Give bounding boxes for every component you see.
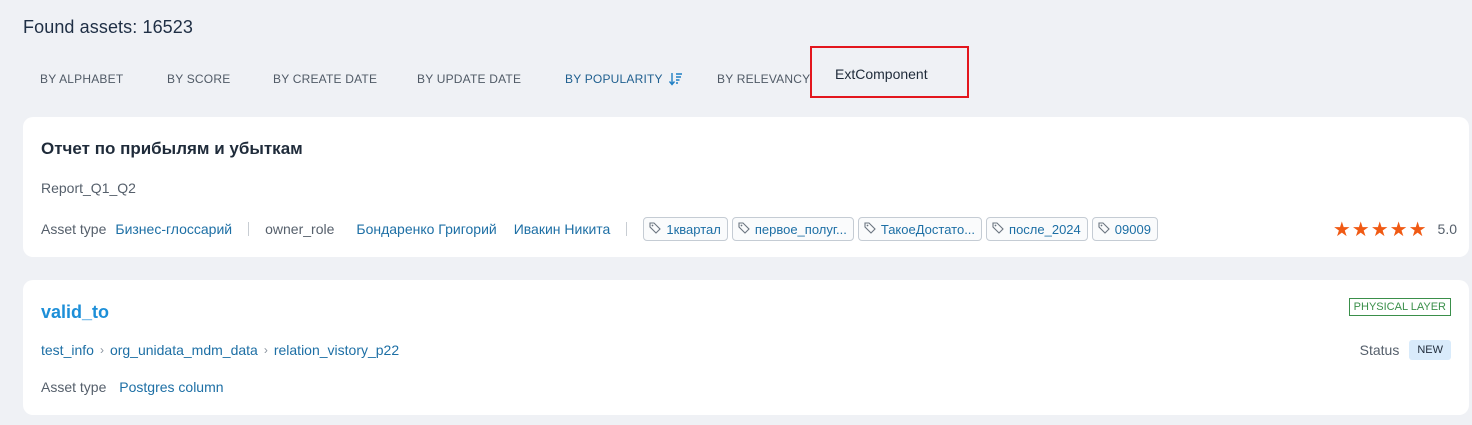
asset-subtitle: Report_Q1_Q2: [41, 180, 136, 196]
asset-type-link[interactable]: Postgres column: [119, 379, 223, 395]
tag-icon: [649, 221, 662, 237]
ext-component-label: ExtComponent: [835, 66, 928, 82]
sort-by-update-date[interactable]: BY UPDATE DATE: [417, 72, 521, 86]
layer-badge: PHYSICAL LAYER: [1348, 298, 1451, 316]
asset-meta-row: Asset type Бизнес-глоссарий owner_role Б…: [41, 217, 1162, 241]
tag-icon: [738, 221, 750, 237]
asset-type-link[interactable]: Бизнес-глоссарий: [115, 221, 232, 237]
star-rating-icon: ★★★★★: [1332, 218, 1428, 241]
breadcrumb-item[interactable]: relation_vistory_p22: [274, 342, 399, 358]
breadcrumb: test_info › org_unidata_mdm_data › relat…: [41, 342, 399, 358]
tag-label: 1квартал: [666, 221, 721, 237]
ext-component[interactable]: ExtComponent: [810, 46, 969, 98]
tag-chip[interactable]: после_2024: [986, 217, 1088, 241]
divider: [248, 222, 250, 236]
sort-by-popularity-label: BY POPULARITY: [565, 72, 663, 86]
tag-label: ТакоеДостато...: [880, 221, 976, 237]
tag-label: первое_полуг...: [754, 221, 847, 237]
sort-by-alphabet[interactable]: BY ALPHABET: [40, 72, 123, 86]
rating: ★★★★★ 5.0: [1333, 217, 1457, 241]
owner-link[interactable]: Бондаренко Григорий: [356, 221, 496, 237]
status: Status NEW: [1360, 340, 1451, 360]
owner-role-label: owner_role: [265, 221, 335, 237]
chevron-right-icon: ›: [263, 343, 268, 357]
sort-by-relevancy[interactable]: BY RELEVANCY: [717, 72, 810, 86]
asset-type-label: Asset type: [41, 379, 107, 395]
found-assets-count: Found assets: 16523: [23, 17, 194, 37]
tag-chip[interactable]: 1квартал: [643, 217, 728, 241]
asset-title[interactable]: Отчет по прибылям и убыткам: [41, 139, 303, 159]
asset-title[interactable]: valid_to: [41, 302, 109, 323]
asset-card[interactable]: valid_to PHYSICAL LAYER test_info › org_…: [23, 280, 1469, 415]
tag-icon: [864, 221, 876, 237]
breadcrumb-item[interactable]: test_info: [41, 342, 94, 358]
rating-value: 5.0: [1437, 221, 1457, 237]
status-label: Status: [1359, 342, 1400, 358]
tag-label: 09009: [1114, 221, 1151, 237]
asset-meta-row: Asset type Postgres column: [41, 379, 224, 395]
tag-label: после_2024: [1009, 221, 1081, 237]
tag-icon: [992, 221, 1004, 237]
owner-link[interactable]: Ивакин Никита: [514, 221, 611, 237]
status-badge: NEW: [1409, 340, 1451, 360]
tag-icon: [1098, 221, 1110, 237]
sort-by-popularity[interactable]: BY POPULARITY: [565, 72, 683, 89]
sort-descending-icon: [668, 72, 683, 89]
tag-chip[interactable]: ТакоеДостато...: [857, 217, 983, 241]
asset-type-label: Asset type: [41, 221, 107, 237]
chevron-right-icon: ›: [99, 343, 104, 357]
sort-by-score[interactable]: BY SCORE: [167, 72, 230, 86]
divider: [626, 222, 628, 236]
tag-chip[interactable]: 09009: [1091, 217, 1158, 241]
sort-by-create-date[interactable]: BY CREATE DATE: [273, 72, 377, 86]
breadcrumb-item[interactable]: org_unidata_mdm_data: [110, 342, 258, 358]
asset-card[interactable]: Отчет по прибылям и убыткам Report_Q1_Q2…: [23, 117, 1469, 257]
tag-chip[interactable]: первое_полуг...: [731, 217, 854, 241]
